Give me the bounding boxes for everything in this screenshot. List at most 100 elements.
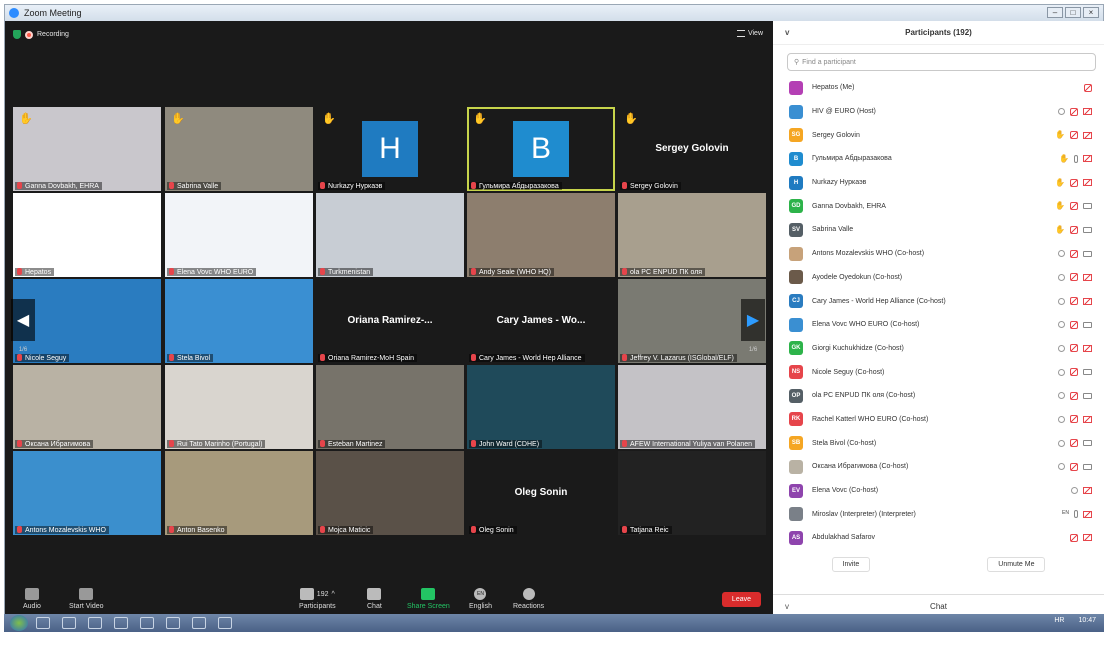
participant-row[interactable]: H Nurkazy Нуркаэв ✋: [773, 171, 1104, 195]
more-options-icon[interactable]: [1058, 250, 1065, 258]
audio-button[interactable]: Audio: [23, 588, 41, 610]
participant-search-input[interactable]: ⚲ Find a participant: [787, 53, 1096, 71]
microphone-muted-icon[interactable]: [1070, 391, 1078, 400]
view-button[interactable]: View: [736, 30, 763, 37]
participant-row[interactable]: AIAFEW International Yuliya van Polanen: [773, 550, 1104, 552]
video-tile[interactable]: Mojca Maticic: [316, 451, 464, 535]
maximize-button[interactable]: □: [1065, 7, 1081, 18]
more-options-icon[interactable]: [1058, 392, 1065, 400]
close-button[interactable]: ×: [1083, 7, 1099, 18]
more-options-icon[interactable]: [1058, 321, 1065, 329]
microphone-muted-icon[interactable]: [1070, 202, 1078, 211]
video-tile[interactable]: Oriana Ramirez-... Oriana Ramirez-MoH Spa…: [316, 279, 464, 363]
minimize-button[interactable]: –: [1047, 7, 1063, 18]
microphone-muted-icon[interactable]: [1070, 178, 1078, 187]
participant-row[interactable]: RK Rachel Katterl WHO EURO (Co-host): [773, 408, 1104, 432]
participant-row[interactable]: HIV @ EURO (Host): [773, 100, 1104, 124]
participant-row[interactable]: SB Stela Bivol (Co-host): [773, 431, 1104, 455]
participant-row[interactable]: GD Ganna Dovbakh, EHRA ✋: [773, 194, 1104, 218]
microphone-muted-icon[interactable]: [1070, 320, 1078, 329]
video-tile[interactable]: Оксана Ибрагимова: [13, 365, 161, 449]
participant-row[interactable]: NS Nicole Seguy (Co-host): [773, 360, 1104, 384]
browser-icon[interactable]: [36, 617, 50, 629]
next-page-button[interactable]: ▶ 1/6: [741, 299, 765, 353]
participant-row[interactable]: Elena Vovc WHO EURO (Co-host): [773, 313, 1104, 337]
video-tile[interactable]: ola PC ENPUD ПК оля: [618, 193, 766, 277]
more-options-icon[interactable]: [1058, 273, 1065, 281]
video-tile[interactable]: John Ward (CDHE): [467, 365, 615, 449]
participant-row[interactable]: Оксана Ибрагимова (Co-host): [773, 455, 1104, 479]
paint-icon[interactable]: [166, 617, 180, 629]
video-tile[interactable]: Elena Vovc WHO EURO: [165, 193, 313, 277]
participant-list[interactable]: Hepatos (Me) HIV @ EURO (Host) SG Sergey Go…: [773, 76, 1104, 552]
microphone-muted-icon[interactable]: [1070, 249, 1078, 258]
video-tile[interactable]: Oleg Sonin Oleg Sonin: [467, 451, 615, 535]
microphone-muted-icon[interactable]: [1070, 131, 1078, 140]
more-options-icon[interactable]: [1058, 415, 1065, 423]
video-tile[interactable]: Cary James - Wo... Cary James - World Hep…: [467, 279, 615, 363]
more-options-icon[interactable]: [1058, 108, 1065, 116]
participant-row[interactable]: Ayodele Oyedokun (Co-host): [773, 266, 1104, 290]
participant-row[interactable]: SV Sabrina Valle ✋: [773, 218, 1104, 242]
participant-row[interactable]: Antons Mozalevskis WHO (Co-host): [773, 242, 1104, 266]
video-tile[interactable]: Antons Mozalevskis WHO: [13, 451, 161, 535]
start-video-button[interactable]: Start Video: [69, 588, 104, 610]
video-tile[interactable]: Hepatos: [13, 193, 161, 277]
video-tile[interactable]: ✋ B Гульмира Абдыразакова: [467, 107, 615, 191]
leave-button[interactable]: Leave: [721, 592, 761, 607]
participant-row[interactable]: Hepatos (Me): [773, 76, 1104, 100]
participant-row[interactable]: Miroslav (Interpreter) (Interpreter) EN: [773, 502, 1104, 526]
media-player-icon[interactable]: [88, 617, 102, 629]
share-screen-button[interactable]: Share Screen: [407, 588, 450, 610]
windows-start-button[interactable]: [10, 615, 28, 631]
microphone-muted-icon[interactable]: [1070, 297, 1078, 306]
chevron-down-icon[interactable]: v: [785, 28, 789, 37]
video-tile[interactable]: ✋ Sabrina Valle: [165, 107, 313, 191]
participant-row[interactable]: OP ola PC ENPUD ПК оля (Co-host): [773, 384, 1104, 408]
unmute-me-button[interactable]: Unmute Me: [987, 557, 1046, 572]
video-tile[interactable]: Anton Basenko: [165, 451, 313, 535]
language-indicator[interactable]: HR: [1054, 617, 1064, 624]
video-tile[interactable]: Tatjana Reic: [618, 451, 766, 535]
powerpoint-icon[interactable]: [114, 617, 128, 629]
microphone-muted-icon[interactable]: [1070, 225, 1078, 234]
video-tile[interactable]: ✋ Ganna Dovbakh, EHRA: [13, 107, 161, 191]
invite-button[interactable]: Invite: [831, 557, 871, 572]
participant-row[interactable]: B Гульмира Абдыразакова ✋: [773, 147, 1104, 171]
microphone-muted-icon[interactable]: [1070, 439, 1078, 448]
video-tile[interactable]: Esteban Martinez: [316, 365, 464, 449]
participant-row[interactable]: CJ Cary James - World Hep Alliance (Co-ho…: [773, 289, 1104, 313]
word-icon[interactable]: [140, 617, 154, 629]
microphone-muted-icon[interactable]: [1070, 107, 1078, 116]
video-tile[interactable]: Andy Seale (WHO HQ): [467, 193, 615, 277]
video-tile[interactable]: Stela Bivol: [165, 279, 313, 363]
participant-row[interactable]: GK Giorgi Kuchukhidze (Co-host): [773, 337, 1104, 361]
microphone-muted-icon[interactable]: [1070, 273, 1078, 282]
microphone-muted-icon[interactable]: [1070, 368, 1078, 377]
more-options-icon[interactable]: [1058, 297, 1065, 305]
video-tile[interactable]: Rui Tato Marinho (Portugal): [165, 365, 313, 449]
interpretation-button[interactable]: EN English: [469, 588, 492, 610]
microphone-muted-icon[interactable]: [1084, 83, 1092, 92]
zoom-taskbar-icon[interactable]: [218, 617, 232, 629]
acrobat-icon[interactable]: [192, 617, 206, 629]
video-tile[interactable]: ✋ H Nurkazy Нуркаэв: [316, 107, 464, 191]
more-options-icon[interactable]: [1058, 344, 1065, 352]
microphone-muted-icon[interactable]: [1070, 344, 1078, 353]
participant-row[interactable]: AS Abdulakhad Safarov: [773, 526, 1104, 550]
chat-button[interactable]: Chat: [367, 588, 382, 610]
participant-row[interactable]: SG Sergey Golovin ✋: [773, 123, 1104, 147]
participant-row[interactable]: EV Elena Vovc (Co-host): [773, 479, 1104, 503]
participants-button[interactable]: 192 ^ Participants: [299, 588, 336, 610]
microphone-muted-icon[interactable]: [1070, 462, 1078, 471]
video-tile[interactable]: Nicole Seguy: [13, 279, 161, 363]
file-explorer-icon[interactable]: [62, 617, 76, 629]
video-tile[interactable]: ✋ Sergey Golovin Sergey Golovin: [618, 107, 766, 191]
more-options-icon[interactable]: [1071, 487, 1078, 495]
more-options-icon[interactable]: [1058, 439, 1065, 447]
microphone-muted-icon[interactable]: [1070, 415, 1078, 424]
more-options-icon[interactable]: [1058, 368, 1065, 376]
reactions-button[interactable]: Reactions: [513, 588, 544, 610]
more-options-icon[interactable]: [1058, 463, 1065, 471]
video-tile[interactable]: Turkmenistan: [316, 193, 464, 277]
